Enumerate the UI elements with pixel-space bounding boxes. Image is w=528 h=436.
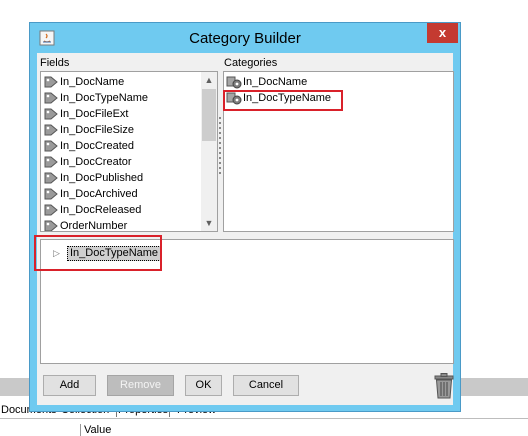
field-icon	[44, 140, 58, 152]
fields-list[interactable]: In_DocName In_DocTypeName In_DocFileExt …	[40, 71, 218, 232]
trash-icon[interactable]	[433, 373, 455, 399]
remove-button[interactable]: Remove	[107, 375, 174, 396]
field-item-label: In_DocTypeName	[60, 92, 149, 104]
field-item-label: In_DocFileSize	[60, 124, 134, 136]
field-icon	[44, 188, 58, 200]
field-item-label: In_DocArchived	[60, 188, 138, 200]
field-icon	[44, 108, 58, 120]
category-builder-dialog: Category Builder x Fields Categories In_…	[29, 22, 461, 412]
field-icon	[44, 172, 58, 184]
field-item-label: In_DocPublished	[60, 172, 144, 184]
dialog-title: Category Builder	[189, 30, 301, 47]
fields-label: Fields	[40, 57, 70, 69]
vertical-splitter[interactable]	[219, 117, 222, 177]
field-icon	[44, 204, 58, 216]
scroll-down-icon[interactable]: ▼	[201, 215, 217, 231]
highlight-box-tree-node	[34, 235, 162, 271]
fields-scrollbar[interactable]: ▲ ▼	[201, 72, 217, 231]
close-button[interactable]: x	[427, 23, 458, 43]
field-item-label: In_DocName	[60, 76, 125, 88]
category-item-label: In_DocName	[243, 76, 308, 88]
close-icon: x	[438, 25, 447, 40]
add-button[interactable]: Add	[43, 375, 96, 396]
categories-label: Categories	[224, 57, 278, 69]
field-item-label: In_DocFileExt	[60, 108, 129, 120]
value-column-header: Value	[80, 424, 111, 436]
highlight-box-category	[223, 90, 343, 111]
field-icon	[44, 92, 58, 104]
field-item-label: OrderNumber	[60, 220, 128, 232]
field-icon	[44, 220, 58, 231]
field-item-label: In_DocReleased	[60, 204, 142, 216]
field-icon	[44, 124, 58, 136]
scrollbar-thumb[interactable]	[202, 89, 216, 141]
scroll-up-icon[interactable]: ▲	[201, 72, 217, 88]
category-icon	[226, 76, 242, 89]
cancel-button[interactable]: Cancel	[233, 375, 299, 396]
dialog-titlebar[interactable]: Category Builder x	[30, 23, 460, 53]
field-item-label: In_DocCreator	[60, 156, 132, 168]
horizontal-splitter[interactable]	[241, 235, 265, 256]
field-icon	[44, 76, 58, 88]
field-icon	[44, 156, 58, 168]
ok-button[interactable]: OK	[185, 375, 222, 396]
field-item-label: In_DocCreated	[60, 140, 134, 152]
